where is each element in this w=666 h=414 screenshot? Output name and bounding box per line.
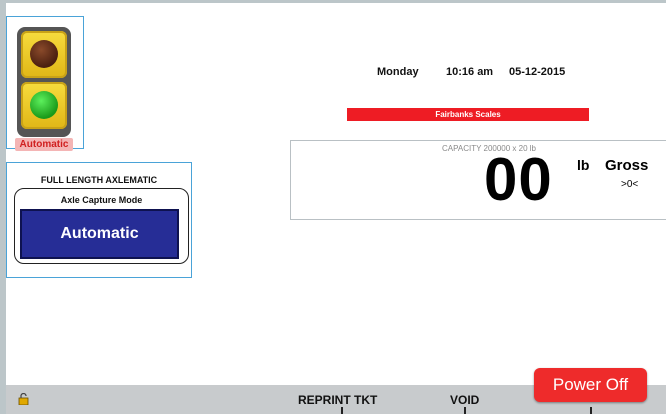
red-light-icon <box>30 40 58 68</box>
center-of-zero-indicator: >0< <box>621 179 639 190</box>
green-light-icon <box>30 91 58 119</box>
axle-capture-group: Axle Capture Mode Automatic <box>14 188 189 264</box>
axlematic-panel: FULL LENGTH AXLEMATIC Axle Capture Mode … <box>6 162 192 278</box>
axle-capture-mode-label: Axle Capture Mode <box>60 195 143 205</box>
power-off-button[interactable]: Power Off <box>534 368 647 402</box>
weight-readout: 00 <box>484 146 553 213</box>
soft-key-marker <box>590 407 592 414</box>
stop-light-tile <box>21 31 67 78</box>
top-border <box>0 0 666 3</box>
company-banner: Fairbanks Scales <box>347 108 589 121</box>
soft-key-marker <box>341 407 343 414</box>
day-label: Monday <box>377 66 419 78</box>
date-label: 05-12-2015 <box>509 66 566 78</box>
traffic-light-panel[interactable]: Automatic <box>6 16 84 151</box>
reprint-ticket-button[interactable]: REPRINT TKT <box>298 393 377 407</box>
traffic-light-mode-label: Automatic <box>15 138 73 151</box>
axle-capture-mode-button[interactable]: Automatic <box>20 209 179 259</box>
axlematic-title: FULL LENGTH AXLEMATIC <box>40 175 158 185</box>
time-label: 10:16 am <box>446 66 494 78</box>
weight-display: CAPACITY 200000 x 20 lb 00 lb Gross >0< <box>290 140 666 220</box>
soft-key-marker <box>464 407 466 414</box>
weight-unit: lb <box>577 157 590 173</box>
weigh-mode: Gross <box>605 157 649 174</box>
traffic-light <box>17 27 71 137</box>
unlock-icon[interactable] <box>18 393 30 405</box>
go-light-tile <box>21 82 67 129</box>
void-button[interactable]: VOID <box>450 393 479 407</box>
